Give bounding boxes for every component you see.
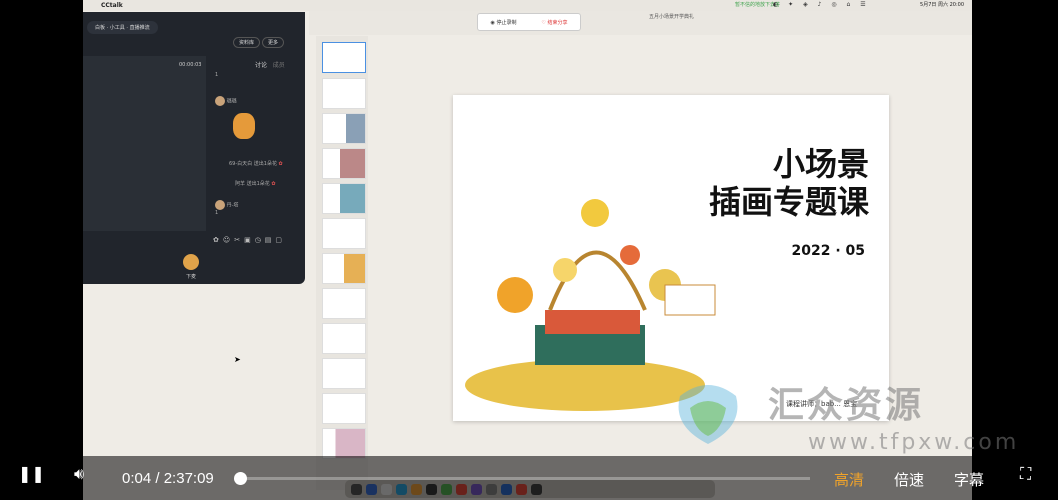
- chat-message: 丹-塔 1: [215, 200, 238, 216]
- chat-input-tools: ✿☺✂▣◷▤▢: [213, 236, 286, 244]
- slide-thumbnail[interactable]: [322, 183, 366, 214]
- flower-icon: ✿: [278, 161, 283, 167]
- flower-icon: ✿: [271, 181, 276, 187]
- comment-icon[interactable]: ▢: [275, 236, 286, 244]
- cctalk-window: 白板 · 小工具 · 直播推流 资料库 更多 00:00:03 讨论 成员 1 …: [83, 12, 305, 284]
- progress-bar[interactable]: [240, 477, 810, 480]
- current-slide[interactable]: 小场景 插画专题课 2022 · 05 课程讲师：bab... 恩宝: [453, 95, 889, 421]
- video-area: [83, 56, 206, 231]
- tab-members[interactable]: 成员: [273, 62, 285, 69]
- slide-thumbnail[interactable]: [322, 323, 366, 354]
- tools-tab[interactable]: 小工具: [110, 25, 125, 31]
- slide-date: 2022 · 05: [791, 243, 865, 259]
- avatar: [215, 96, 225, 106]
- subtitles-button[interactable]: 字幕: [954, 469, 984, 490]
- slide-thumbnail[interactable]: [322, 393, 366, 424]
- document-title: 五月小场景开学典礼: [649, 14, 695, 20]
- mac-menubar: CCtalk 暂不信的地放下去答 ◐ ✦ ◈ ♪ ◎ ⌂ ☰ 5月7日 周六 2…: [83, 0, 972, 11]
- video-player-bar: ❚❚ 🔊︎ 0:04 / 2:37:09 高清 倍速 字幕 ⛶: [0, 456, 1058, 500]
- whiteboard-tab[interactable]: 白板: [95, 25, 105, 31]
- recording-bar: ◉ 停止录制 ♡ 结束分享: [477, 13, 581, 31]
- pause-icon[interactable]: ❚❚: [18, 464, 45, 483]
- slide-thumbnail[interactable]: [322, 218, 366, 249]
- speed-button[interactable]: 倍速: [894, 469, 924, 490]
- image-icon[interactable]: ▣: [244, 236, 255, 244]
- slide-thumbnail[interactable]: [322, 358, 366, 389]
- slide-thumbnail[interactable]: [322, 78, 366, 109]
- slide-thumbnail[interactable]: [322, 148, 366, 179]
- chat-message: 阿羊 送出1朵花 ✿: [235, 181, 276, 187]
- watermark-logo-icon: [678, 385, 738, 444]
- menubar-clock: 5月7日 周六 20:00: [920, 2, 964, 8]
- raise-hand-avatar[interactable]: [183, 254, 199, 270]
- chat-message: 1: [215, 72, 219, 78]
- slide-thumbnail[interactable]: [322, 42, 366, 73]
- chat-message: 69-白天白 送出1朵花 ✿: [229, 161, 283, 167]
- watermark-url: www.tfpxw.com: [808, 430, 1020, 455]
- emoji-icon[interactable]: ☺: [223, 236, 234, 244]
- keynote-toolbar: [309, 11, 972, 35]
- quality-button[interactable]: 高清: [834, 469, 864, 490]
- avatar: [215, 200, 225, 210]
- volume-icon[interactable]: 🔊︎: [74, 464, 84, 484]
- slide-navigator: [316, 36, 368, 490]
- live-push-tab[interactable]: 直播推流: [130, 25, 150, 31]
- mouse-cursor-icon: ➤: [234, 355, 241, 364]
- slide-thumbnail[interactable]: [322, 253, 366, 284]
- more-button[interactable]: 更多: [262, 37, 285, 48]
- call-timer: 00:00:03: [179, 62, 202, 68]
- flower-icon[interactable]: ✿: [213, 236, 223, 244]
- slide-thumbnail[interactable]: [322, 428, 366, 459]
- chat-message: 璐璐: [215, 96, 237, 106]
- tab-discuss[interactable]: 讨论: [255, 62, 267, 69]
- stop-recording-button[interactable]: ◉ 停止录制: [490, 19, 516, 26]
- slide-thumbnail[interactable]: [322, 113, 366, 144]
- screen-icon[interactable]: ▤: [265, 236, 276, 244]
- progress-knob[interactable]: [234, 472, 247, 485]
- files-button[interactable]: 资料库: [233, 37, 261, 48]
- clock-icon[interactable]: ◷: [255, 236, 265, 244]
- chat-tabs: 讨论 成员: [255, 60, 285, 69]
- end-share-button[interactable]: ♡ 结束分享: [541, 19, 567, 26]
- fullscreen-icon[interactable]: ⛶: [1020, 464, 1031, 484]
- tiger-sticker: [233, 113, 255, 139]
- scissors-icon[interactable]: ✂: [234, 236, 244, 244]
- slide-thumbnail[interactable]: [322, 288, 366, 319]
- watermark-text: 汇众资源: [768, 385, 925, 426]
- leave-mic-label: 下麦: [186, 274, 197, 280]
- menubar-app-name: CCtalk: [101, 2, 123, 9]
- cctalk-mode-bar: 白板 · 小工具 · 直播推流: [87, 20, 158, 34]
- playback-time: 0:04 / 2:37:09: [122, 470, 214, 487]
- menubar-tray-icons: ◐ ✦ ◈ ♪ ◎ ⌂ ☰: [773, 1, 870, 8]
